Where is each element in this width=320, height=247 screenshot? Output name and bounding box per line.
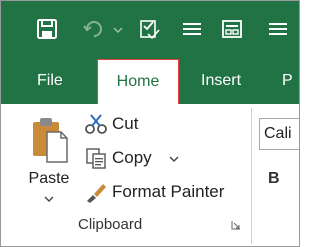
chevron-down-icon[interactable] [169, 156, 179, 162]
ribbon-tabs: File Home Insert P [1, 57, 299, 104]
tab-home[interactable]: Home [97, 59, 179, 104]
bold-button[interactable]: B [268, 170, 280, 188]
format-painter-label: Format Painter [112, 182, 225, 201]
excel-ribbon-window: File Home Insert P Paste Cut Copy Format… [0, 0, 300, 247]
chevron-down-icon[interactable] [44, 196, 54, 202]
spelling-check-icon[interactable] [138, 18, 160, 40]
ribbon-home-panel: Paste Cut Copy Format Painter Clipboard … [1, 104, 299, 246]
font-name-input[interactable]: Cali [259, 118, 299, 150]
cut-label: Cut [112, 114, 139, 133]
paintbrush-icon [87, 184, 106, 203]
quick-access-toolbar [1, 1, 299, 57]
clipboard-group-label: Clipboard [78, 216, 143, 233]
save-icon[interactable] [36, 18, 58, 40]
tab-page-layout[interactable]: P [282, 57, 293, 104]
align-icon[interactable] [181, 18, 203, 40]
undo-icon[interactable] [83, 18, 105, 40]
tab-insert[interactable]: Insert [201, 57, 241, 104]
dialog-launcher-icon[interactable] [231, 220, 241, 230]
scissors-icon [85, 114, 107, 134]
paste-button[interactable]: Paste [27, 112, 71, 212]
group-divider [251, 108, 252, 244]
align-icon[interactable] [267, 18, 289, 40]
paste-label: Paste [28, 170, 70, 187]
copy-icon [86, 148, 106, 169]
form-icon[interactable] [221, 18, 243, 40]
dropdown-arrow-icon[interactable] [113, 18, 123, 40]
copy-label: Copy [112, 148, 152, 167]
paste-icon [33, 118, 68, 163]
tab-file[interactable]: File [37, 57, 63, 104]
